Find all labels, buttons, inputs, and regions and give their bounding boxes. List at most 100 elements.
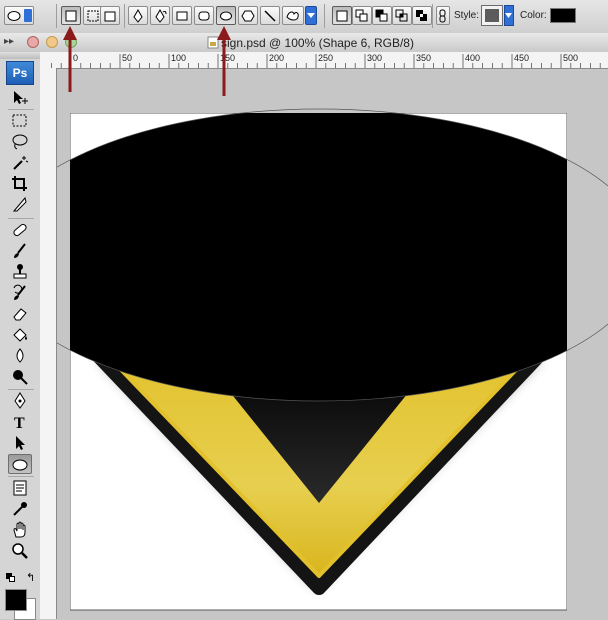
svg-text:T: T	[14, 415, 25, 431]
style-swatch	[485, 9, 499, 22]
healing-brush-tool[interactable]	[8, 220, 32, 240]
exclude-overlap-button[interactable]	[412, 6, 432, 25]
blur-tool[interactable]	[8, 346, 32, 366]
zoom-tool[interactable]	[8, 541, 32, 561]
magic-wand-icon	[13, 156, 29, 170]
document-canvas[interactable]	[57, 69, 608, 619]
paint-bucket-icon	[13, 328, 27, 342]
crop-icon	[12, 176, 27, 191]
eyedropper-tool[interactable]	[8, 499, 32, 519]
ruler-tick-label: 150	[220, 53, 235, 63]
move-icon	[14, 91, 28, 104]
ellipse-icon	[12, 459, 28, 471]
zoom-icon	[12, 543, 28, 559]
line-tool-button[interactable]	[260, 6, 280, 25]
link-layer-style-button[interactable]	[436, 6, 450, 25]
notes-tool[interactable]	[8, 478, 32, 498]
crop-tool[interactable]	[8, 174, 32, 194]
paths-icon	[87, 10, 99, 22]
fill-pixels-icon	[104, 11, 116, 22]
ellipse-tool-preset-icon	[7, 11, 21, 21]
ellipse-tool-button[interactable]	[216, 6, 236, 25]
style-dropdown[interactable]	[504, 5, 514, 26]
ruler-tick-label: 350	[416, 53, 431, 63]
dodge-tool[interactable]	[8, 367, 32, 387]
paint-bucket-tool[interactable]	[8, 325, 32, 345]
slice-tool[interactable]	[8, 195, 32, 215]
vertical-ruler	[40, 68, 57, 619]
freeform-pen-button[interactable]	[150, 6, 170, 25]
clone-stamp-tool[interactable]	[8, 262, 32, 282]
ruler-tick-label: 300	[367, 53, 382, 63]
color-swatch[interactable]	[550, 8, 576, 23]
link-icon	[439, 9, 446, 23]
lasso-tool[interactable]	[8, 132, 32, 152]
ruler-tick-label: 500	[563, 53, 578, 63]
ruler-tick-label: 0	[73, 53, 78, 63]
blur-icon	[16, 348, 24, 363]
magic-wand-tool[interactable]	[8, 153, 32, 173]
custom-shape-tool-button[interactable]	[282, 6, 304, 25]
geometry-options-dropdown[interactable]	[305, 6, 317, 25]
healing-brush-icon	[13, 223, 27, 237]
tools-panel-grip[interactable]	[0, 52, 40, 59]
rounded-rectangle-tool-button[interactable]	[194, 6, 214, 25]
dodge-icon	[13, 370, 28, 385]
document-title: sign.psd @ 100% (Shape 6, RGB/8)	[221, 36, 414, 50]
type-tool[interactable]: T	[8, 412, 32, 432]
slice-icon	[12, 196, 27, 212]
style-label: Style:	[454, 10, 480, 21]
intersect-icon	[395, 9, 408, 22]
zoom-window-button[interactable]	[65, 36, 77, 48]
ps-logo[interactable]: Ps	[6, 61, 34, 85]
rounded-rectangle-icon	[198, 11, 210, 21]
ruler-tick-label: 450	[514, 53, 529, 63]
ruler-tick-label: 50	[122, 53, 132, 63]
create-new-shape-button[interactable]	[332, 6, 352, 25]
ruler-tick-labels: 0 50 100 150 200 250 300 350 400 450 500	[40, 52, 608, 68]
subtract-from-shape-button[interactable]	[372, 6, 392, 25]
foreground-color-swatch[interactable]	[5, 589, 27, 611]
polygon-tool-button[interactable]	[238, 6, 258, 25]
pen-tool[interactable]	[8, 391, 32, 411]
polygon-icon	[241, 10, 255, 22]
create-new-shape-icon	[336, 10, 348, 22]
style-picker[interactable]	[481, 5, 503, 26]
custom-shape-icon	[286, 11, 299, 21]
ellipse-tool[interactable]	[8, 454, 32, 474]
ellipse-shape-6[interactable]	[57, 109, 608, 401]
notes-icon	[13, 480, 27, 496]
move-tool[interactable]	[8, 88, 32, 108]
swap-colors-icon[interactable]: ↰	[26, 571, 35, 584]
minimize-window-button[interactable]	[46, 36, 58, 48]
eraser-icon	[13, 308, 27, 321]
hand-tool[interactable]	[8, 520, 32, 540]
intersect-shape-button[interactable]	[392, 6, 412, 25]
clone-stamp-icon	[13, 264, 27, 279]
close-window-button[interactable]	[27, 36, 39, 48]
ruler-tick-label: 200	[269, 53, 284, 63]
pen-tool-button[interactable]	[128, 6, 148, 25]
shape-layers-button[interactable]	[61, 6, 81, 25]
ruler-tick-label: 100	[171, 53, 186, 63]
eraser-tool[interactable]	[8, 304, 32, 324]
fill-pixels-button[interactable]	[100, 6, 120, 25]
tool-preset-picker[interactable]	[4, 6, 34, 25]
options-bar: Style: Color:	[0, 0, 608, 34]
canvas-area[interactable]	[57, 69, 608, 619]
default-colors-button[interactable]	[6, 573, 16, 583]
freeform-pen-icon	[155, 9, 167, 23]
color-label: Color:	[520, 10, 547, 21]
panel-collapse-icon[interactable]: ▸▸	[4, 36, 14, 47]
path-selection-tool[interactable]	[8, 433, 32, 453]
document-title-bar: ▸▸ sign.psd @ 100% (Shape 6, RGB/8)	[0, 33, 608, 53]
history-brush-tool[interactable]	[8, 283, 32, 303]
marquee-icon	[12, 114, 27, 127]
shape-layers-icon	[65, 10, 77, 22]
rectangle-tool-button[interactable]	[172, 6, 192, 25]
marquee-tool[interactable]	[8, 111, 32, 131]
add-to-shape-button[interactable]	[352, 6, 372, 25]
brush-tool[interactable]	[8, 241, 32, 261]
subtract-icon	[375, 9, 388, 22]
chevron-down-icon	[24, 9, 32, 22]
